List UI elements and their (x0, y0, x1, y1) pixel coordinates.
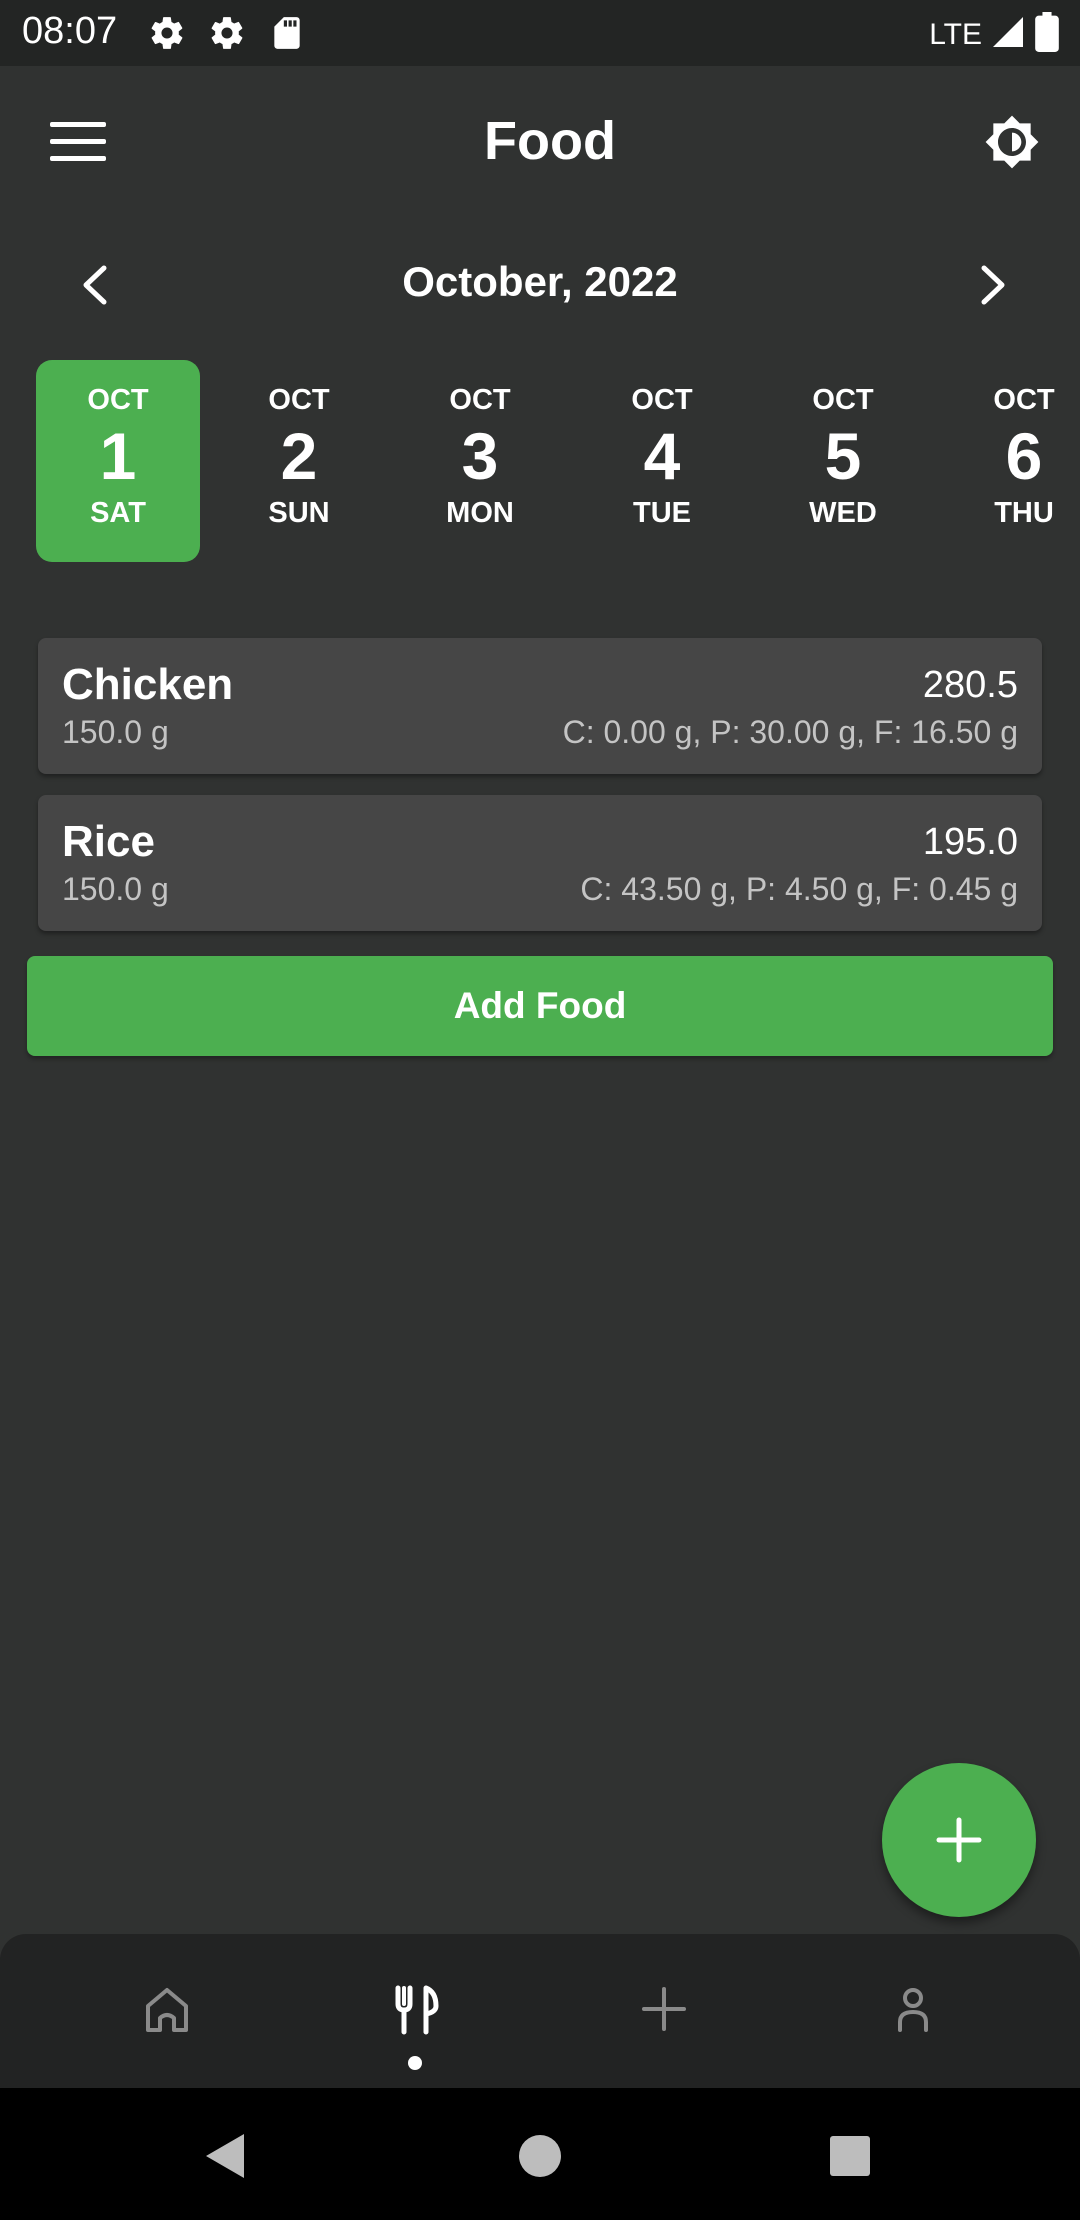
nav-food[interactable] (380, 1974, 450, 2044)
day-weekday: MON (446, 497, 514, 529)
recents-icon[interactable] (822, 2128, 878, 2184)
gear-icon (208, 14, 246, 52)
day-month: OCT (812, 384, 874, 416)
day-item[interactable]: OCT 6 THU (942, 360, 1080, 562)
day-strip: OCT 1 SAT OCT 2 SUN OCT 3 MON OCT 4 TUE … (0, 360, 1080, 564)
day-month: OCT (268, 384, 330, 416)
food-entry-card[interactable]: Chicken 150.0 g 280.5 C: 0.00 g, P: 30.0… (38, 638, 1042, 774)
month-navigation: October, 2022 (0, 250, 1080, 320)
back-icon[interactable] (198, 2128, 254, 2184)
day-item[interactable]: OCT 4 TUE (580, 360, 744, 562)
page-title: Food (484, 111, 616, 171)
food-name: Rice (62, 817, 155, 866)
day-weekday: SUN (268, 497, 330, 529)
food-entry-card[interactable]: Rice 150.0 g 195.0 C: 43.50 g, P: 4.50 g… (38, 795, 1042, 931)
day-month: OCT (87, 384, 149, 416)
plus-icon (936, 1817, 982, 1863)
battery-icon (1034, 12, 1060, 57)
app-bar: Food (0, 66, 1080, 226)
food-macros: C: 43.50 g, P: 4.50 g, F: 0.45 g (580, 871, 1018, 907)
home-circle-icon[interactable] (512, 2128, 568, 2184)
food-name: Chicken (62, 660, 234, 709)
notification-icons (148, 14, 306, 52)
food-macros: C: 0.00 g, P: 30.00 g, F: 16.50 g (562, 714, 1018, 750)
day-weekday: THU (994, 497, 1054, 529)
month-label: October, 2022 (402, 258, 678, 305)
day-number: 1 (99, 419, 137, 493)
day-number: 5 (824, 419, 862, 493)
day-item[interactable]: OCT 1 SAT (36, 360, 200, 562)
add-food-button[interactable]: Add Food (27, 956, 1053, 1056)
day-item[interactable]: OCT 2 SUN (217, 360, 381, 562)
day-weekday: TUE (633, 497, 691, 529)
day-month: OCT (449, 384, 511, 416)
day-weekday: WED (809, 497, 877, 529)
food-weight: 150.0 g (62, 871, 169, 907)
active-indicator-dot (408, 2056, 422, 2070)
day-number: 4 (643, 419, 681, 493)
nav-home[interactable] (132, 1974, 202, 2044)
signal-icon (990, 14, 1026, 55)
day-weekday: SAT (90, 497, 146, 529)
status-bar: 08:07 LTE (0, 0, 1080, 66)
day-number: 2 (280, 419, 318, 493)
person-icon (898, 1988, 928, 2032)
plus-icon (642, 1987, 686, 2031)
food-weight: 150.0 g (62, 714, 169, 750)
status-right: LTE (929, 12, 1060, 57)
home-icon (146, 1988, 188, 2032)
day-number: 6 (1005, 419, 1043, 493)
fork-knife-icon (395, 1985, 439, 2035)
sd-card-icon (268, 14, 306, 52)
nav-profile[interactable] (878, 1974, 948, 2044)
food-calories: 280.5 (922, 664, 1018, 706)
day-item[interactable]: OCT 3 MON (398, 360, 562, 562)
bottom-navigation (0, 1934, 1080, 2088)
chevron-right-icon[interactable] (968, 258, 1018, 312)
gear-icon (148, 14, 186, 52)
day-month: OCT (631, 384, 693, 416)
system-navigation (0, 2088, 1080, 2220)
network-type: LTE (929, 17, 982, 51)
food-calories: 195.0 (922, 821, 1018, 863)
day-item[interactable]: OCT 5 WED (761, 360, 925, 562)
day-number: 3 (461, 419, 499, 493)
day-month: OCT (993, 384, 1055, 416)
nav-add[interactable] (629, 1974, 699, 2044)
status-time: 08:07 (22, 10, 118, 52)
add-fab-button[interactable] (882, 1763, 1036, 1917)
settings-brightness-icon[interactable] (984, 114, 1040, 170)
